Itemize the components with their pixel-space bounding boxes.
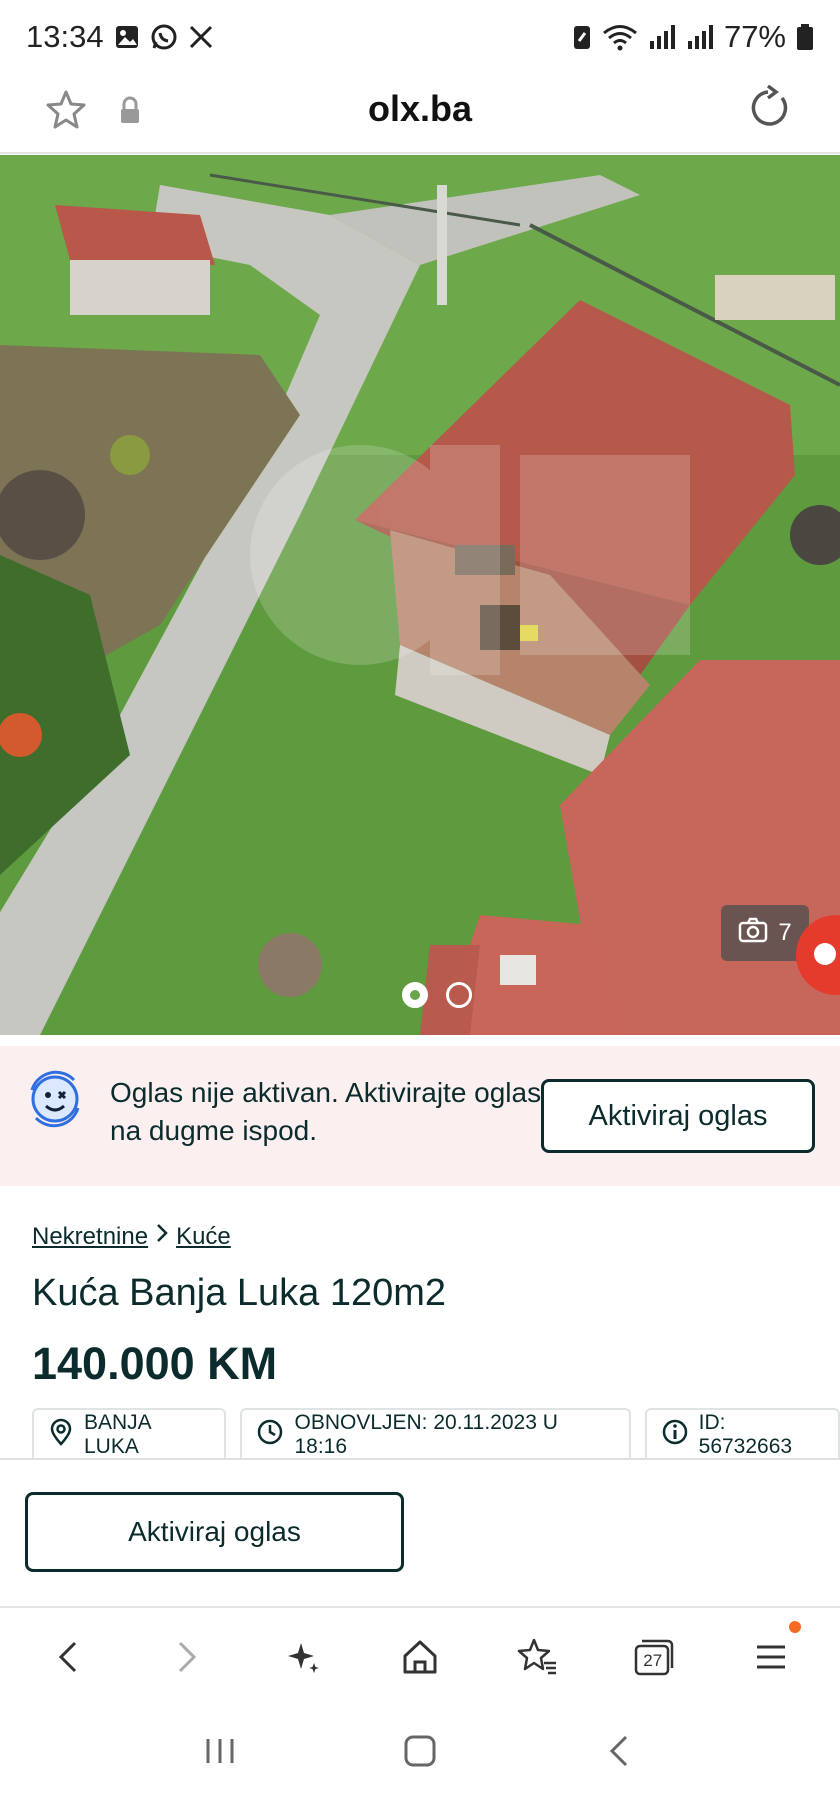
info-icon: [661, 1418, 689, 1452]
signal-icon: [686, 23, 714, 51]
listing-price: 140.000 KM: [32, 1338, 278, 1389]
status-left: 13:34: [26, 19, 214, 55]
url-domain[interactable]: olx.ba: [0, 88, 840, 130]
status-time: 13:34: [26, 19, 104, 54]
reload-icon[interactable]: [744, 84, 792, 137]
gallery-icon: [114, 24, 140, 50]
home-system-icon[interactable]: [400, 1731, 440, 1776]
battery-icon: [796, 23, 814, 51]
menu-button[interactable]: [731, 1617, 811, 1697]
x-icon: [188, 24, 214, 50]
clock-icon: [256, 1418, 284, 1452]
id-chip: ID: 56732663: [644, 1408, 840, 1460]
updated-text: OBNOVLJEN: 20.11.2023 U 18:16: [294, 1411, 558, 1458]
browser-bottom-toolbar: 27: [0, 1606, 840, 1706]
sparkle-icon: [287, 1643, 319, 1673]
ai-assist-button[interactable]: [263, 1617, 343, 1697]
recent-apps-icon[interactable]: [200, 1733, 240, 1774]
smiley-refresh-icon: [24, 1068, 86, 1135]
listing-meta-chips: BANJA LUKA OBNOVLJEN: 20.11.2023 U 18:16…: [32, 1408, 840, 1460]
menu-icon: [757, 1645, 786, 1669]
sticky-action-bar: Aktiviraj oglas: [0, 1458, 840, 1608]
browser-url-bar: olx.ba: [0, 74, 840, 154]
notification-dot: [789, 1621, 802, 1633]
back-icon: [58, 1641, 76, 1673]
listing-photo[interactable]: [0, 155, 840, 1035]
forward-button[interactable]: [146, 1617, 226, 1697]
status-right: 77%: [572, 19, 814, 55]
forward-icon: [178, 1641, 196, 1673]
back-system-icon[interactable]: [600, 1731, 640, 1776]
location-chip: BANJA LUKA: [32, 1408, 227, 1460]
breadcrumb-kuce[interactable]: Kuće: [176, 1223, 231, 1251]
gallery-dot[interactable]: [446, 982, 472, 1008]
listing-details: Nekretnine Kuće Kuća Banja Luka 120m2 14…: [0, 1186, 840, 1460]
listing-title: Kuća Banja Luka 120m2: [32, 1272, 447, 1314]
battery-percent: 77%: [723, 19, 786, 54]
bookmarks-icon: [517, 1638, 557, 1675]
id-text: ID: 56732663: [698, 1411, 793, 1458]
status-bar: 13:34 77%: [0, 0, 840, 74]
battery-saver-icon: [572, 23, 592, 51]
gallery-pagination: [0, 982, 840, 1008]
wifi-icon: [602, 23, 638, 51]
home-button[interactable]: [380, 1617, 460, 1697]
updated-chip: OBNOVLJEN: 20.11.2023 U 18:16: [240, 1408, 631, 1460]
tabs-count: 27: [643, 1651, 663, 1670]
gallery-dot-active[interactable]: [402, 982, 428, 1008]
system-navigation-bar: [0, 1706, 840, 1801]
home-icon: [403, 1640, 437, 1674]
breadcrumb: Nekretnine Kuće: [32, 1222, 231, 1251]
camera-icon: [738, 917, 768, 950]
whatsapp-icon: [150, 23, 178, 51]
activate-listing-button[interactable]: Aktiviraj oglas: [541, 1079, 815, 1153]
inactive-listing-notice: Oglas nije aktivan. Aktivirajte oglas na…: [0, 1046, 840, 1186]
signal-icon: [648, 23, 676, 51]
aerial-house-photo: [0, 155, 840, 1035]
tabs-button[interactable]: 27: [614, 1617, 694, 1697]
chevron-right-icon: [154, 1222, 170, 1251]
location-text: BANJA LUKA: [84, 1411, 151, 1458]
location-pin-icon: [48, 1418, 74, 1452]
photo-count-text: 7: [778, 919, 792, 946]
breadcrumb-nekretnine[interactable]: Nekretnine: [32, 1223, 148, 1251]
bookmarks-button[interactable]: [497, 1617, 577, 1697]
back-button[interactable]: [29, 1617, 109, 1697]
activate-listing-bottom-button[interactable]: Aktiviraj oglas: [25, 1492, 404, 1572]
notice-text: Oglas nije aktivan. Aktivirajte oglas na…: [110, 1077, 542, 1146]
